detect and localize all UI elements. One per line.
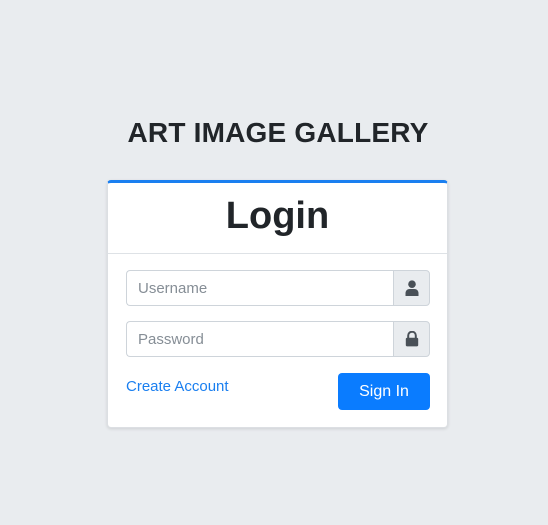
user-icon <box>405 280 418 296</box>
create-account-link[interactable]: Create Account <box>126 378 229 396</box>
username-addon <box>393 270 430 306</box>
password-input-group <box>126 321 430 357</box>
lock-icon <box>405 331 418 347</box>
password-input[interactable] <box>126 321 393 357</box>
sign-in-button[interactable]: Sign In <box>338 373 430 410</box>
username-input[interactable] <box>126 270 393 306</box>
app-title: ART IMAGE GALLERY <box>127 117 429 148</box>
username-input-group <box>126 270 430 306</box>
login-heading: Login <box>225 195 330 237</box>
login-card-header: Login <box>108 183 447 254</box>
password-addon <box>393 321 430 357</box>
login-card: Login Create Account Sign In <box>107 180 448 428</box>
